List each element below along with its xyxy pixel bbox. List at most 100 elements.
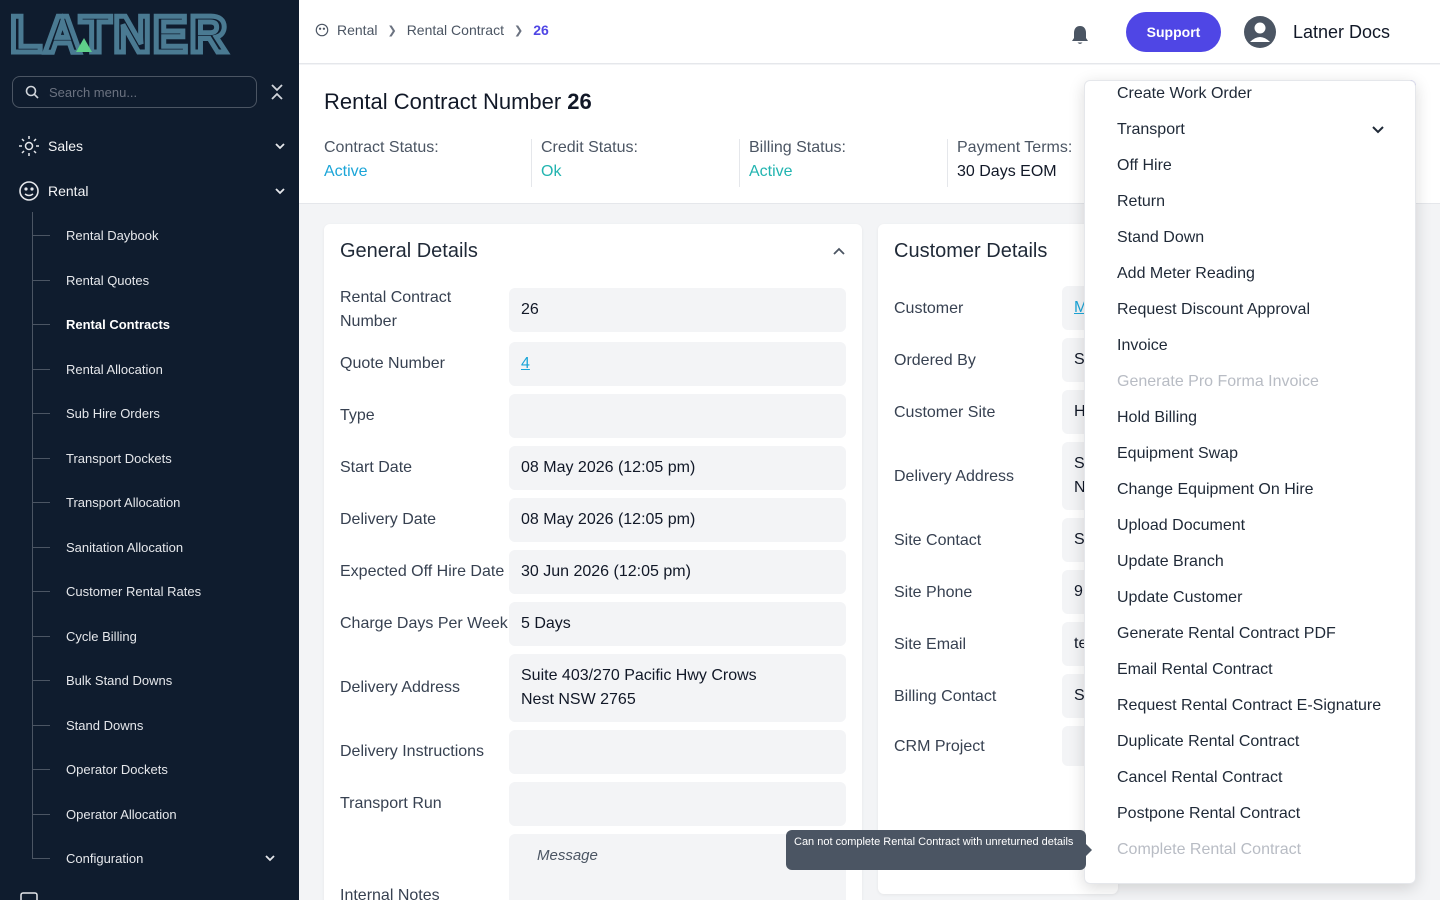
- field-label: Ordered By: [894, 352, 976, 369]
- sidebar-item-rental-quotes[interactable]: Rental Quotes: [32, 270, 282, 290]
- contract-number: 26: [567, 89, 592, 114]
- menu-item-transport[interactable]: Transport: [1117, 118, 1407, 142]
- sidebar-item-label: Rental: [48, 183, 89, 199]
- breadcrumb: Rental ❯ Rental Contract ❯ 26: [315, 22, 549, 38]
- sidebar-item-label: Operator Allocation: [66, 806, 177, 822]
- sidebar-item-cycle-billing[interactable]: Cycle Billing: [32, 626, 282, 646]
- user-avatar-icon[interactable]: [1244, 16, 1276, 48]
- menu-item-cancel-rental-contract[interactable]: Cancel Rental Contract: [1117, 766, 1407, 790]
- sidebar-item-operator-allocation[interactable]: Operator Allocation: [32, 804, 282, 824]
- credit-status: Credit Status: Ok: [541, 139, 638, 187]
- search-input[interactable]: [49, 84, 229, 100]
- user-name[interactable]: Latner Docs: [1293, 22, 1390, 43]
- sidebar-item-label: Rental Quotes: [66, 272, 150, 288]
- sidebar-item-label: Cycle Billing: [66, 628, 137, 644]
- sidebar-item-label: Sales: [48, 138, 84, 154]
- field-label: Delivery Date: [340, 511, 437, 528]
- sidebar-item-label: Sub Hire Orders: [66, 405, 160, 421]
- menu-item-hold-billing[interactable]: Hold Billing: [1117, 406, 1407, 430]
- breadcrumb-rental[interactable]: Rental: [337, 22, 377, 38]
- menu-item-create-work-order[interactable]: Create Work Order: [1117, 82, 1407, 106]
- menu-item-invoice[interactable]: Invoice: [1117, 334, 1407, 358]
- field-label: Site Phone: [894, 584, 973, 601]
- sidebar-item-label: Configuration: [66, 850, 144, 866]
- menu-item-email-rental-contract[interactable]: Email Rental Contract: [1117, 658, 1407, 682]
- sidebar-item-sub-hire-orders[interactable]: Sub Hire Orders: [32, 403, 282, 423]
- sidebar-item-sales[interactable]: Sales: [18, 134, 286, 158]
- tooltip-arrow: [1086, 844, 1092, 856]
- tooltip: Can not complete Rental Contract with un…: [786, 830, 1086, 870]
- field-label: Type: [340, 407, 375, 424]
- menu-item-upload-document[interactable]: Upload Document: [1117, 514, 1407, 538]
- menu-item-equipment-swap[interactable]: Equipment Swap: [1117, 442, 1407, 466]
- field-label: Rental Contract Number: [340, 289, 452, 330]
- chevron-down-icon: [1372, 126, 1384, 134]
- status-value: Active: [324, 163, 368, 180]
- menu-item-update-branch[interactable]: Update Branch: [1117, 550, 1407, 574]
- sidebar-item-bulk-stand-downs[interactable]: Bulk Stand Downs: [32, 670, 282, 690]
- field-label: Start Date: [340, 459, 413, 476]
- field-label: Transport Run: [340, 795, 442, 812]
- sidebar-item-configuration[interactable]: Configuration: [32, 848, 282, 868]
- field-label: Delivery Instructions: [340, 743, 485, 760]
- sidebar-item-rental[interactable]: Rental: [18, 179, 286, 203]
- chevron-right-icon: ❯: [513, 24, 524, 37]
- sidebar-item-rental-allocation[interactable]: Rental Allocation: [32, 359, 282, 379]
- search-icon: [25, 85, 39, 99]
- menu-item-request-discount-approval[interactable]: Request Discount Approval: [1117, 298, 1407, 322]
- delivery-address-field: Suite 403/270 Pacific Hwy Crows Nest NSW…: [509, 654, 846, 722]
- address-line: Suite 403/270 Pacific Hwy Crows: [521, 667, 757, 684]
- sidebar-item-transport-allocation[interactable]: Transport Allocation: [32, 492, 282, 512]
- chevron-down-icon: [265, 855, 275, 862]
- menu-item-add-meter-reading[interactable]: Add Meter Reading: [1117, 262, 1407, 286]
- sidebar-item-rental-contracts[interactable]: Rental Contracts: [32, 314, 282, 334]
- menu-item-stand-down[interactable]: Stand Down: [1117, 226, 1407, 250]
- chevron-down-icon: [275, 143, 285, 150]
- menu-item-off-hire[interactable]: Off Hire: [1117, 154, 1407, 178]
- sidebar-item-label: Sanitation Allocation: [66, 539, 184, 555]
- sidebar-item-operator-dockets[interactable]: Operator Dockets: [32, 759, 282, 779]
- contract-status: Contract Status: Active: [324, 139, 439, 187]
- menu-item-postpone-rental-contract[interactable]: Postpone Rental Contract: [1117, 802, 1407, 826]
- sidebar: LATNER Sales: [0, 0, 299, 900]
- chevron-up-icon[interactable]: [832, 244, 846, 258]
- start-date-field: 08 May 2026 (12:05 pm): [509, 446, 846, 490]
- menu-item-update-customer[interactable]: Update Customer: [1117, 586, 1407, 610]
- card-title: Customer Details: [894, 240, 1048, 262]
- status-value: Ok: [541, 163, 562, 180]
- menu-search[interactable]: [12, 76, 257, 108]
- field-label: Expected Off Hire Date: [340, 563, 505, 580]
- sidebar-item-sanitation-allocation[interactable]: Sanitation Allocation: [32, 537, 282, 557]
- status-label: Payment Terms:: [957, 139, 1073, 156]
- menu-item-return[interactable]: Return: [1117, 190, 1407, 214]
- transport-run-field[interactable]: [509, 782, 846, 826]
- sidebar-item-customer-rental-rates[interactable]: Customer Rental Rates: [32, 581, 282, 601]
- sidebar-item-label: Customer Rental Rates: [66, 583, 202, 599]
- latner-logo[interactable]: LATNER: [10, 8, 280, 58]
- breadcrumb-rental-contract[interactable]: Rental Contract: [407, 22, 504, 38]
- sidebar-item-label: Stand Downs: [66, 717, 144, 733]
- bell-icon[interactable]: [1070, 24, 1090, 46]
- status-label: Credit Status:: [541, 139, 638, 156]
- sidebar-item-label: Bulk Stand Downs: [66, 672, 173, 688]
- quote-number-link[interactable]: 4: [521, 352, 530, 376]
- billing-status: Billing Status: Active: [749, 139, 846, 187]
- collapse-sidebar-icon[interactable]: [268, 82, 286, 102]
- rental-icon: [19, 181, 39, 201]
- menu-item-change-equipment-on-hire[interactable]: Change Equipment On Hire: [1117, 478, 1407, 502]
- sidebar-item-transport-dockets[interactable]: Transport Dockets: [32, 448, 282, 468]
- field-label: Delivery Address: [340, 679, 461, 696]
- support-button[interactable]: Support: [1126, 12, 1221, 52]
- status-label: Contract Status:: [324, 139, 439, 156]
- sidebar-item-rental-daybook[interactable]: Rental Daybook: [32, 225, 282, 245]
- menu-item-duplicate-rental-contract[interactable]: Duplicate Rental Contract: [1117, 730, 1407, 754]
- sidebar-item-stand-downs[interactable]: Stand Downs: [32, 715, 282, 735]
- status-value: Active: [749, 163, 793, 180]
- menu-item-request-e-signature[interactable]: Request Rental Contract E-Signature: [1117, 694, 1407, 718]
- menu-item-generate-rental-contract-pdf[interactable]: Generate Rental Contract PDF: [1117, 622, 1407, 646]
- logo-text: LATNER: [10, 8, 229, 58]
- menu-item-generate-pro-forma-invoice: Generate Pro Forma Invoice: [1117, 373, 1319, 390]
- expected-off-hire-field: 30 Jun 2026 (12:05 pm): [509, 550, 846, 594]
- delivery-date-field: 08 May 2026 (12:05 pm): [509, 498, 846, 542]
- field-label: Internal Notes: [340, 887, 440, 900]
